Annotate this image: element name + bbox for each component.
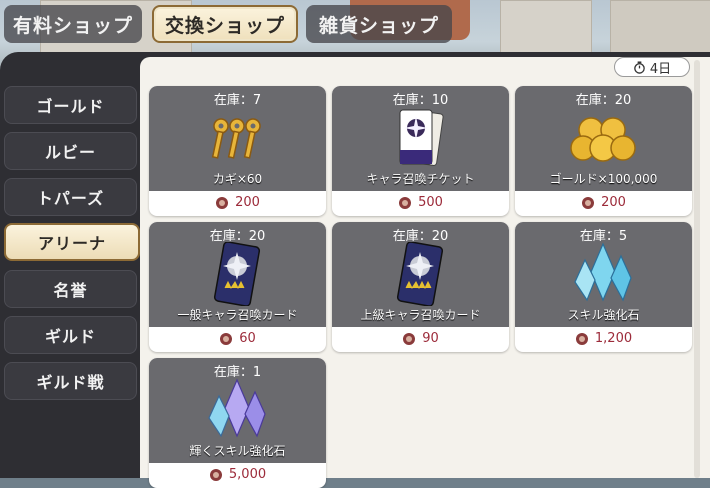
sidebar-item-topaz[interactable]: トパーズ [4, 178, 137, 216]
summon-card-icon [213, 242, 261, 306]
sidebar-item-honor[interactable]: 名誉 [4, 270, 137, 308]
shop-item-card[interactable]: 在庫：20 上級キャラ召喚カード 90 [332, 222, 509, 352]
gold-coins-icon [570, 117, 636, 162]
timer-label: 4日 [649, 61, 672, 77]
arena-medal-icon [220, 332, 233, 345]
item-name: 上級キャラ召喚カード [360, 308, 481, 322]
sidebar-item-guild[interactable]: ギルド [4, 316, 137, 354]
item-price: 1,200 [515, 331, 692, 346]
keys-icon [211, 118, 261, 159]
arena-medal-icon [209, 468, 222, 481]
item-name: 輝くスキル強化石 [189, 444, 286, 458]
arena-medal-icon [575, 332, 588, 345]
sidebar-item-ruby[interactable]: ルビー [4, 132, 137, 170]
item-name: カギ×60 [212, 172, 263, 186]
shop-item-card[interactable]: 在庫：1 輝くスキル強化石 5,000 [149, 358, 326, 488]
item-price: 5,000 [149, 467, 326, 482]
item-price: 60 [149, 331, 326, 346]
tab-paid-shop[interactable]: 有料ショップ [4, 5, 142, 43]
arena-medal-icon [403, 332, 416, 345]
shop-item-card[interactable]: 在庫：20 ゴールド×100,000 200 [515, 86, 692, 216]
sidebar-item-arena[interactable]: アリーナ [4, 223, 140, 261]
item-name: キャラ召喚チケット [366, 172, 475, 186]
item-price: 200 [149, 195, 326, 210]
arena-medal-icon [399, 196, 412, 209]
crystal-icon [574, 242, 632, 302]
stopwatch-icon [634, 60, 645, 74]
item-price: 200 [515, 195, 692, 210]
arena-medal-icon [582, 196, 595, 209]
shop-item-card[interactable]: 在庫：10 キャラ召喚チケット 500 [332, 86, 509, 216]
shop-item-card[interactable]: 在庫：20 一般キャラ召喚カード 60 [149, 222, 326, 352]
scrollbar[interactable] [694, 60, 700, 478]
tab-exchange-shop[interactable]: 交換ショップ [152, 5, 298, 43]
shop-item-card[interactable]: 在庫：5 スキル強化石 1,200 [515, 222, 692, 352]
summon-ticket-icon [399, 109, 444, 166]
item-name: スキル強化石 [567, 308, 640, 322]
sidebar-item-guild-war[interactable]: ギルド戦 [4, 362, 137, 400]
shop-item-card[interactable]: 在庫：7 カギ×60 200 [149, 86, 326, 216]
item-price: 500 [332, 195, 509, 210]
item-price: 90 [332, 331, 509, 346]
item-name: ゴールド×100,000 [549, 172, 658, 186]
item-name: 一般キャラ召喚カード [177, 308, 298, 322]
crystal-icon [208, 378, 266, 438]
arena-medal-icon [216, 196, 229, 209]
tab-goods-shop[interactable]: 雑貨ショップ [306, 5, 452, 43]
reset-timer: 4日 [614, 57, 690, 77]
sidebar-item-gold[interactable]: ゴールド [4, 86, 137, 124]
summon-card-icon [396, 242, 444, 306]
